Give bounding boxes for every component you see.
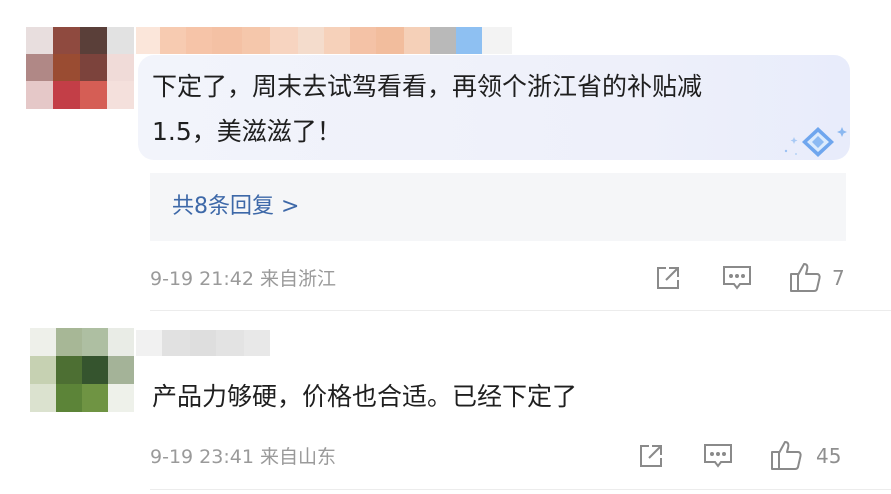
share-icon[interactable] (636, 441, 666, 471)
like-count: 7 (832, 266, 845, 290)
comment-icon[interactable] (702, 441, 734, 471)
comment-bubble[interactable]: 下定了，周末去试驾看看，再领个浙江省的补贴减 1.5，美滋滋了！ (138, 55, 850, 160)
thumbs-up-icon[interactable] (770, 438, 804, 472)
avatar[interactable] (26, 27, 136, 109)
diamond-badge-icon (778, 121, 850, 161)
avatar[interactable] (30, 328, 136, 412)
thumbs-up-icon[interactable] (789, 260, 823, 294)
comment-meta: 9-19 23:41 来自山东 (150, 446, 336, 468)
like-count: 45 (816, 444, 842, 468)
comment-icon[interactable] (721, 263, 753, 293)
username[interactable] (136, 330, 270, 356)
replies-box: 共8条回复 > (150, 173, 846, 241)
comment-meta: 9-19 21:42 来自浙江 (150, 268, 336, 290)
divider (150, 489, 891, 490)
share-icon[interactable] (653, 263, 683, 293)
comment-text-line: 下定了，周末去试驾看看，再领个浙江省的补贴减 (152, 72, 703, 101)
username[interactable] (136, 27, 516, 54)
view-replies-link[interactable]: 共8条回复 > (172, 190, 299, 224)
comment-text-line: 产品力够硬，价格也合适。已经下定了 (152, 382, 578, 411)
divider (150, 310, 891, 311)
comment-text-line: 1.5，美滋滋了！ (152, 117, 342, 146)
